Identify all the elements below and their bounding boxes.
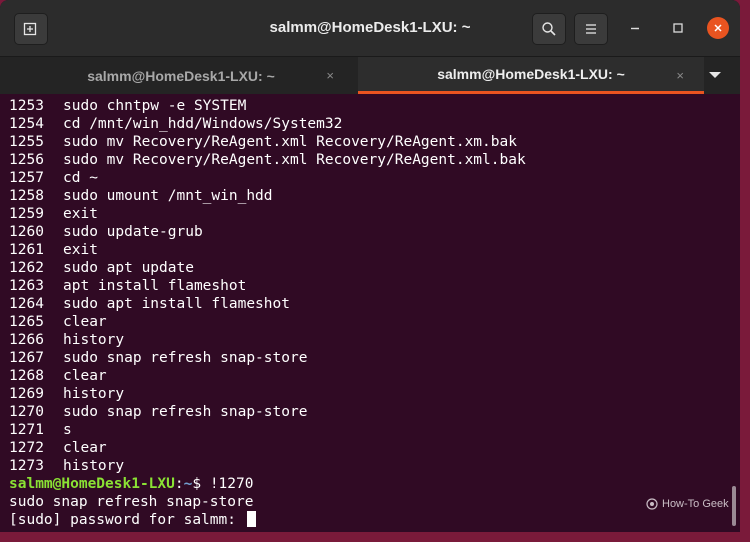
history-number: 1255 [9,134,44,150]
history-number: 1261 [9,242,44,258]
close-icon [714,24,722,32]
history-command: sudo snap refresh snap-store [63,350,308,366]
history-number: 1256 [9,152,44,168]
history-command: sudo apt update [63,260,194,276]
history-command: apt install flameshot [63,278,247,294]
history-line: 1263 apt install flameshot [9,277,526,295]
history-line: 1261 exit [9,241,526,259]
history-number: 1265 [9,314,44,330]
history-line: 1270 sudo snap refresh snap-store [9,403,526,421]
minimize-icon [631,27,639,30]
history-number: 1266 [9,332,44,348]
history-command: cd /mnt/win_hdd/Windows/System32 [63,116,343,132]
history-number: 1263 [9,278,44,294]
history-number: 1264 [9,296,44,312]
history-number: 1257 [9,170,44,186]
history-line: 1267 sudo snap refresh snap-store [9,349,526,367]
tab-close-icon[interactable]: × [676,68,684,83]
maximize-button[interactable] [667,17,689,39]
history-number: 1268 [9,368,44,384]
history-number: 1271 [9,422,44,438]
tab-label: salmm@HomeDesk1-LXU: ~ [87,67,275,84]
history-line: 1271 s [9,421,526,439]
history-number: 1267 [9,350,44,366]
history-command: s [63,422,72,438]
history-command: sudo update-grub [63,224,203,240]
history-command: sudo snap refresh snap-store [63,404,308,420]
history-line: 1262 sudo apt update [9,259,526,277]
command-output: sudo snap refresh snap-store [9,494,254,510]
search-icon [542,22,556,36]
history-line: 1266 history [9,331,526,349]
history-line: 1268 clear [9,367,526,385]
history-line: 1269 history [9,385,526,403]
tab-list-chevron-down-icon[interactable] [708,70,722,80]
history-line: 1265 clear [9,313,526,331]
password-prompt-line: [sudo] password for salmm: [9,511,526,529]
scrollbar[interactable] [732,486,736,526]
history-command: exit [63,242,98,258]
history-command: sudo apt install flameshot [63,296,290,312]
watermark: How-To Geek [646,498,729,510]
title-bar[interactable]: salmm@HomeDesk1-LXU: ~ [0,0,740,56]
history-line: 1260 sudo update-grub [9,223,526,241]
history-command: history [63,386,125,402]
history-command: sudo mv Recovery/ReAgent.xml Recovery/Re… [63,152,526,168]
history-line: 1264 sudo apt install flameshot [9,295,526,313]
history-number: 1253 [9,98,44,114]
history-number: 1269 [9,386,44,402]
history-command: clear [63,440,107,456]
history-command: history [63,458,125,474]
search-button[interactable] [532,13,566,45]
history-number: 1273 [9,458,44,474]
text-cursor [246,511,256,527]
history-command: sudo mv Recovery/ReAgent.xml Recovery/Re… [63,134,517,150]
history-line: 1259 exit [9,205,526,223]
watermark-text: How-To Geek [662,498,729,510]
history-number: 1260 [9,224,44,240]
history-command: sudo umount /mnt_win_hdd [63,188,273,204]
history-command: exit [63,206,98,222]
hamburger-menu-icon [586,24,596,34]
terminal-window: salmm@HomeDesk1-LXU: ~ salmm@HomeDesk1-L… [0,0,740,532]
history-line: 1254 cd /mnt/win_hdd/Windows/System32 [9,115,526,133]
history-line: 1257 cd ~ [9,169,526,187]
history-number: 1270 [9,404,44,420]
history-command: sudo chntpw -e SYSTEM [63,98,247,114]
terminal-text: 1253 sudo chntpw -e SYSTEM 1254 cd /mnt/win… [9,97,526,529]
tab-close-icon[interactable]: × [326,68,334,83]
history-line: 1273 history [9,457,526,475]
how-to-geek-logo-icon [646,498,658,510]
history-line: 1258 sudo umount /mnt_win_hdd [9,187,526,205]
prompt-command: !1270 [209,476,254,492]
history-number: 1259 [9,206,44,222]
history-number: 1258 [9,188,44,204]
history-line: 1255 sudo mv Recovery/ReAgent.xml Recover… [9,133,526,151]
minimize-button[interactable] [624,17,646,39]
menu-button[interactable] [574,13,608,45]
history-command: clear [63,368,107,384]
terminal-output[interactable]: 1253 sudo chntpw -e SYSTEM 1254 cd /mnt/win… [0,94,740,532]
history-command: history [63,332,125,348]
tab-label: salmm@HomeDesk1-LXU: ~ [437,66,625,82]
prompt-separator: : [174,476,184,492]
maximize-icon [673,23,683,33]
password-prompt: [sudo] password for salmm: [9,512,245,528]
tab-active[interactable]: salmm@HomeDesk1-LXU: ~ × [358,57,704,94]
history-number: 1272 [9,440,44,456]
prompt-user-host: salmm@HomeDesk1-LXU [9,476,175,492]
tab-bar: salmm@HomeDesk1-LXU: ~ × salmm@HomeDesk1… [0,56,740,94]
history-line: 1253 sudo chntpw -e SYSTEM [9,97,526,115]
history-command: clear [63,314,107,330]
prompt-symbol: $ [192,476,210,492]
history-number: 1262 [9,260,44,276]
close-button[interactable] [707,17,729,39]
history-line: 1256 sudo mv Recovery/ReAgent.xml Recover… [9,151,526,169]
history-number: 1254 [9,116,44,132]
history-command: cd ~ [63,170,98,186]
tab-inactive[interactable]: salmm@HomeDesk1-LXU: ~ × [8,57,354,94]
prompt-line: salmm@HomeDesk1-LXU:~$ !1270 [9,475,526,493]
history-line: 1272 clear [9,439,526,457]
